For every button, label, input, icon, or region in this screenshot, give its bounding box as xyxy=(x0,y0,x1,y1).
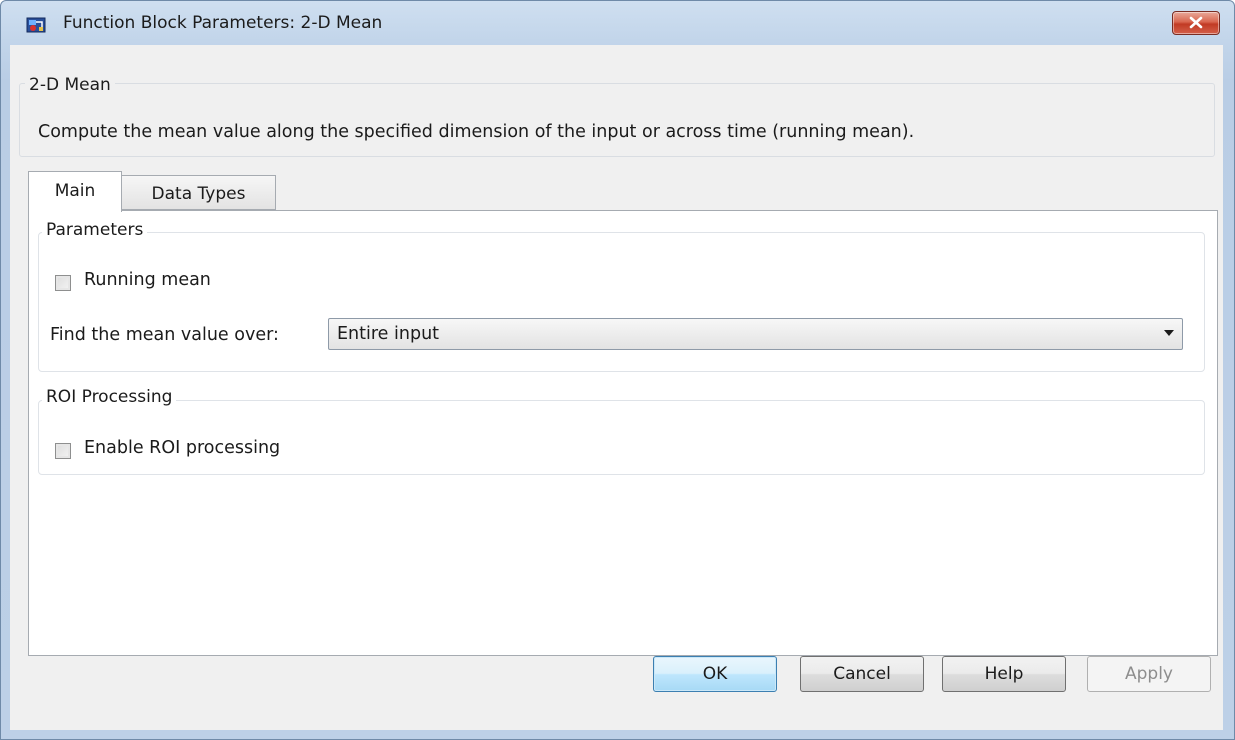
simulink-app-icon xyxy=(26,17,46,33)
cancel-button[interactable]: Cancel xyxy=(800,656,924,692)
dropdown-arrow-icon xyxy=(1164,330,1174,336)
mean-over-value: Entire input xyxy=(337,324,440,344)
dialog-window: Function Block Parameters: 2-D Mean 2-D … xyxy=(0,0,1235,740)
mean-over-dropdown[interactable]: Entire input xyxy=(328,318,1183,350)
tab-main[interactable]: Main xyxy=(28,171,122,212)
parameters-group xyxy=(38,232,1205,372)
title-bar[interactable]: Function Block Parameters: 2-D Mean xyxy=(1,1,1234,45)
ok-button[interactable]: OK xyxy=(653,656,777,692)
help-button[interactable]: Help xyxy=(942,656,1066,692)
dialog-content: 2-D Mean Compute the mean value along th… xyxy=(10,45,1223,730)
enable-roi-label[interactable]: Enable ROI processing xyxy=(84,438,280,458)
enable-roi-checkbox[interactable] xyxy=(55,443,71,459)
running-mean-label[interactable]: Running mean xyxy=(84,270,211,290)
roi-group-title: ROI Processing xyxy=(42,387,177,407)
parameters-group-title: Parameters xyxy=(42,220,148,240)
main-tab-panel: Parameters Running mean Find the mean va… xyxy=(28,210,1218,656)
running-mean-checkbox[interactable] xyxy=(55,275,71,291)
mean-over-label: Find the mean value over: xyxy=(50,325,279,345)
description-group-title: 2-D Mean xyxy=(25,75,115,95)
apply-button[interactable]: Apply xyxy=(1087,656,1211,692)
block-description: Compute the mean value along the specifi… xyxy=(38,122,915,142)
description-group xyxy=(19,83,1215,157)
close-icon xyxy=(1189,16,1203,29)
close-button[interactable] xyxy=(1172,11,1220,35)
tab-data-types[interactable]: Data Types xyxy=(122,175,276,210)
window-title: Function Block Parameters: 2-D Mean xyxy=(63,13,383,33)
